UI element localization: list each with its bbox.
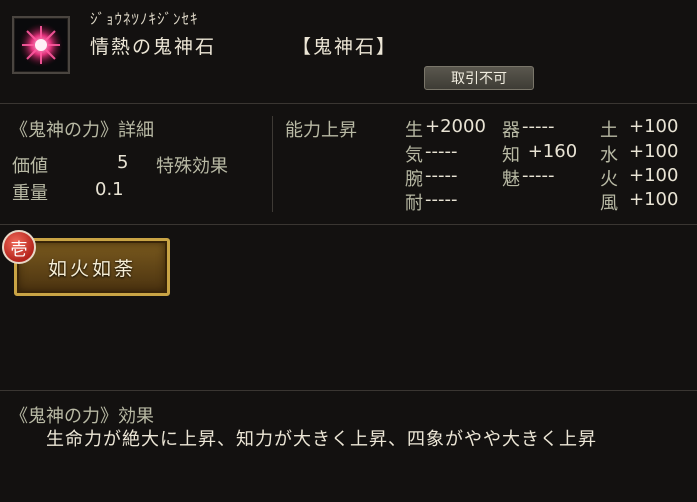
stat-value: +100 — [629, 116, 679, 137]
stat-label: 器 — [502, 120, 520, 141]
item-icon — [12, 16, 70, 74]
effect-description: 生命力が絶大に上昇、知力が大きく上昇、四象がやや大きく上昇 — [46, 429, 597, 450]
weight-amount: 0.1 — [95, 179, 124, 200]
effect-title: 《鬼神の力》効果 — [10, 406, 154, 427]
weight-label: 重量 — [12, 183, 48, 204]
stat-label: 魅 — [502, 169, 520, 190]
skill-button[interactable]: 如火如荼 — [14, 238, 170, 296]
divider — [0, 390, 697, 391]
stat-value: +100 — [629, 189, 679, 210]
stat-value: ----- — [425, 165, 458, 186]
trade-status-label: 取引不可 — [451, 71, 507, 87]
details-title: 《鬼神の力》詳細 — [10, 120, 154, 141]
skill-rank-label: 壱 — [10, 239, 28, 260]
special-effect-label: 特殊効果 — [156, 156, 228, 177]
stat-label: 火 — [600, 169, 618, 190]
stat-label: 気 — [405, 145, 423, 166]
stat-label: 風 — [600, 193, 618, 214]
divider — [0, 224, 697, 225]
stat-value: ----- — [425, 141, 458, 162]
item-reading: ｼﾞｮｳﾈﾂﾉｷｼﾞﾝｾｷ — [90, 10, 199, 28]
stat-value: ----- — [522, 116, 555, 137]
stat-label: 水 — [600, 145, 618, 166]
item-category: 【鬼神石】 — [292, 36, 398, 58]
trade-status-badge: 取引不可 — [424, 66, 534, 90]
skill-rank-badge: 壱 — [2, 230, 36, 264]
skill-label: 如火如荼 — [47, 257, 136, 280]
value-label: 価値 — [12, 156, 48, 177]
stat-label: 知 — [502, 145, 520, 166]
crystal-icon — [19, 23, 63, 67]
divider — [0, 103, 697, 104]
column-divider — [272, 116, 273, 212]
item-name: 情熱の鬼神石 — [90, 36, 217, 58]
stat-label: 腕 — [405, 169, 423, 190]
stat-value: +2000 — [425, 116, 486, 137]
stat-value: +160 — [522, 141, 578, 162]
stat-label: 土 — [600, 120, 618, 141]
stat-label: 生 — [405, 120, 423, 141]
value-amount: 5 — [117, 152, 129, 173]
stat-label: 耐 — [405, 193, 423, 214]
stat-value: ----- — [522, 165, 555, 186]
stat-value: +100 — [629, 165, 679, 186]
stat-value: ----- — [425, 189, 458, 210]
ability-title: 能力上昇 — [285, 120, 357, 141]
stat-value: +100 — [629, 141, 679, 162]
